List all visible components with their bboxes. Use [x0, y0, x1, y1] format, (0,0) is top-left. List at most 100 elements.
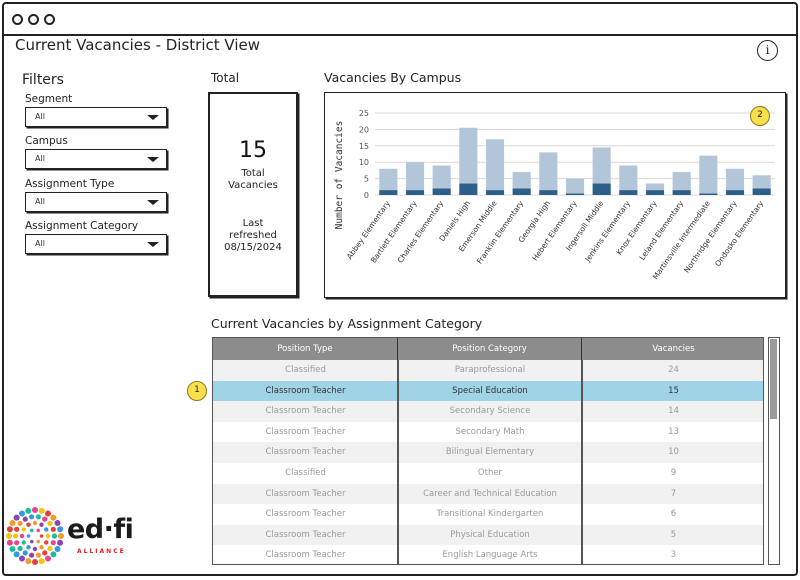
cell-vacancies: 3 — [670, 550, 677, 561]
assignment-category-dropdown-value: All — [35, 239, 45, 248]
table-row[interactable]: Classroom Teacher Secondary Science 14 — [213, 401, 763, 422]
table-row[interactable]: Classified Paraprofessional 24 — [213, 360, 763, 381]
bar — [379, 190, 398, 195]
filter-label-campus: Campus — [25, 135, 68, 147]
x-tick-label: Ondosko Elementary — [713, 199, 766, 269]
table-scrollbar-thumb[interactable] — [770, 339, 777, 419]
logo-dot — [21, 527, 26, 532]
cell-position-type: Classroom Teacher — [265, 509, 346, 520]
logo-dot — [44, 540, 49, 545]
cell-vacancies: 9 — [670, 468, 677, 478]
cell-vacancies: 13 — [668, 426, 679, 437]
bar — [379, 168, 398, 191]
logo-dot — [42, 516, 48, 522]
logo-dot — [9, 520, 16, 526]
cell-position-type: Classroom Teacher — [265, 550, 346, 561]
bar — [459, 183, 478, 195]
table-row[interactable]: Classroom Teacher Special Education 15 — [213, 380, 763, 402]
cell-position-category: Transitional Kindergarten — [436, 509, 544, 520]
logo-dot — [47, 520, 53, 527]
cell-position-type: Classroom Teacher — [265, 447, 346, 458]
bar — [619, 190, 638, 195]
table-row[interactable]: Classroom Teacher Transitional Kindergart… — [213, 504, 763, 525]
assignment-category-dropdown[interactable]: All — [25, 234, 167, 254]
cell-vacancies: 14 — [668, 406, 679, 417]
bar — [405, 190, 425, 195]
table-row[interactable]: Classroom Teacher Career and Technical Ed… — [213, 483, 763, 505]
refresh-date: 08/15/2024 — [224, 242, 282, 253]
y-tick-label: 0 — [364, 191, 369, 200]
campus-chart-heading: Vacancies By Campus — [324, 70, 462, 85]
total-vacancies-label: Total Vacancies — [210, 168, 296, 192]
filter-label-segment: Segment — [25, 93, 73, 105]
window-maximize-button[interactable] — [44, 14, 55, 25]
table-row[interactable]: Classified Other 9 — [213, 463, 763, 484]
table-heading: Current Vacancies by Assignment Category — [211, 316, 483, 331]
cell-position-type: Classroom Teacher — [265, 529, 346, 540]
total-label-line2: Vacancies — [228, 180, 278, 191]
campus-dropdown[interactable]: All — [25, 149, 167, 169]
y-tick-label: 10 — [359, 158, 369, 167]
bar — [725, 190, 745, 195]
window-minimize-button[interactable] — [28, 14, 39, 25]
bar — [405, 162, 425, 191]
cell-position-category: Physical Education — [450, 529, 530, 540]
logo-dot — [44, 527, 49, 532]
logo-dot — [35, 552, 41, 558]
bar — [699, 155, 718, 194]
segment-dropdown[interactable]: All — [25, 107, 167, 127]
window-titlebar — [4, 4, 796, 36]
logo-dot — [45, 555, 51, 562]
cell-position-category: Secondary Math — [455, 426, 525, 437]
bar — [565, 193, 585, 195]
logo-dot — [26, 534, 31, 538]
y-axis-label: Number of Vacancies — [334, 121, 345, 230]
logo-dot — [36, 528, 41, 533]
table-row[interactable]: Classroom Teacher Bilingual Elementary 10 — [213, 442, 763, 463]
cell-position-type: Classroom Teacher — [265, 488, 346, 499]
logo-dot — [26, 522, 31, 527]
cell-position-category: Secondary Science — [449, 406, 531, 417]
column-divider — [581, 360, 583, 564]
total-vacancies-number: 15 — [239, 138, 267, 163]
assignment-type-dropdown[interactable]: All — [25, 192, 167, 212]
info-icon[interactable]: i — [757, 40, 778, 61]
table-scrollbar[interactable] — [768, 337, 780, 565]
bar — [672, 190, 691, 195]
campus-dropdown-value: All — [35, 154, 45, 163]
vacancies-table: Position Type Position Category Vacancie… — [212, 337, 764, 565]
logo-dot — [50, 540, 56, 546]
logo-dot — [38, 558, 45, 565]
window-close-button[interactable] — [12, 14, 23, 25]
bar — [725, 168, 745, 191]
logo-dot — [6, 539, 13, 546]
bar — [619, 165, 638, 191]
bar — [512, 188, 531, 195]
bar — [485, 139, 505, 191]
logo-dot — [6, 533, 12, 539]
table-row[interactable]: Classroom Teacher English Language Arts 3 — [213, 545, 763, 564]
x-tick-label: Bartlett Elementary — [369, 199, 419, 265]
column-header-position-type[interactable]: Position Type — [213, 338, 398, 360]
column-header-vacancies[interactable]: Vacancies — [582, 338, 763, 360]
cell-vacancies: 5 — [670, 529, 677, 540]
logo-dot — [47, 545, 53, 552]
bar — [752, 175, 771, 189]
edfi-logo-dots-icon — [6, 507, 64, 565]
table-row[interactable]: Classroom Teacher Secondary Math 13 — [213, 421, 763, 443]
campus-chart-panel: 0 5 10 15 20 25 Number of Vacancies Abbey Eleme… — [324, 92, 786, 298]
column-header-position-category[interactable]: Position Category — [398, 338, 582, 360]
logo-dot — [57, 539, 64, 546]
cell-position-category: English Language Arts — [442, 550, 538, 561]
logo-dot — [22, 550, 28, 556]
table-row[interactable]: Classroom Teacher Physical Education 5 — [213, 524, 763, 546]
cell-position-category: Special Education — [452, 385, 528, 396]
x-tick-label: Charles Elementary — [396, 199, 446, 265]
logo-dot — [6, 526, 13, 533]
logo-dot — [39, 534, 44, 538]
y-tick-label: 25 — [359, 109, 369, 118]
bar — [539, 190, 558, 195]
bar — [539, 152, 558, 191]
chevron-down-icon — [147, 157, 159, 162]
logo-dot — [50, 526, 56, 532]
